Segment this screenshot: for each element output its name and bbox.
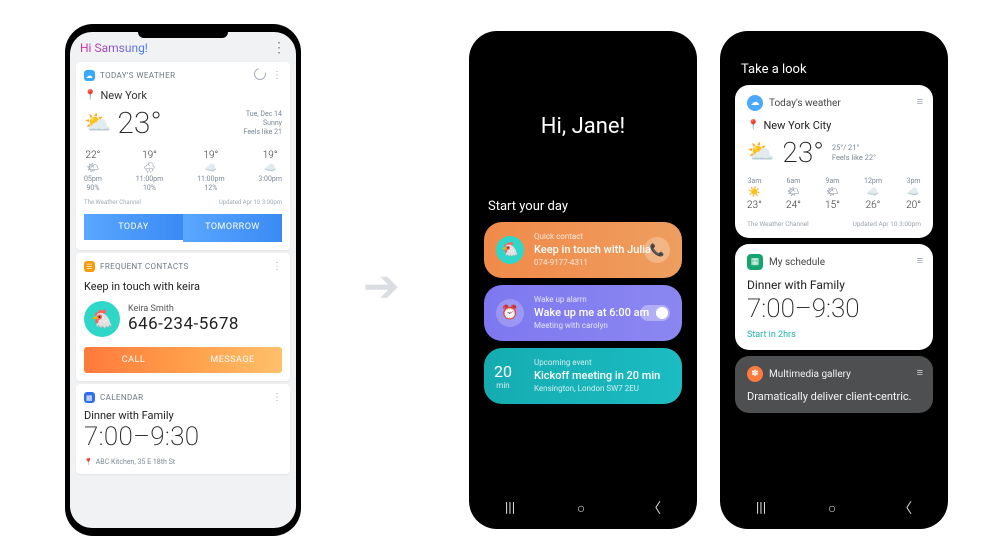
city-name: New York [100,89,147,102]
weather-icon: ☁ [747,95,763,111]
greeting-text: Hi, Jane! [474,114,692,139]
home-icon[interactable]: ○ [828,500,836,517]
alarm-toggle[interactable] [640,305,670,321]
feels-like: Feels like 22° [832,153,876,163]
more-icon[interactable]: ⋮ [272,41,286,55]
card-more-icon[interactable]: ≡ [917,254,923,267]
weather-icon: ⛅ [84,111,111,136]
tab-today[interactable]: TODAY [84,214,183,242]
contact-title: Keep in touch with keira [84,280,282,293]
event-time: 7:00–9:30 [747,294,921,324]
card-meta: Meeting with carolyn [534,321,668,330]
event-title: Dinner with Family [747,278,921,292]
calendar-badge-icon: ▦ [84,392,95,403]
recents-icon[interactable]: ||| [505,500,515,516]
phone-new-panel-screen: Take a look ☁ Today's weather ≡ 📍 New Yo… [725,36,943,524]
weather-card[interactable]: ☁ TODAY'S WEATHER ⋮ 📍 New York ⛅ 23° Tue… [76,62,290,250]
upcoming-event-card[interactable]: 20 min Upcoming event Kickoff meeting in… [484,348,682,404]
phone-old-screen: Hi Samsung! ⋮ ☁ TODAY'S WEATHER ⋮ 📍 New … [70,32,296,528]
card-more-icon[interactable]: ≡ [917,95,923,108]
hourly-forecast: 22°🌤05pm90% 19°🌧11:00pm10% 19°☁️11:00pm1… [84,149,282,193]
weather-condition: Sunny [244,119,282,128]
event-starts-in: Start in 2hrs [747,330,921,340]
schedule-header: My schedule [769,257,825,268]
weather-header: Today's weather [769,98,841,109]
card-more-icon[interactable]: ≡ [917,366,923,379]
greeting-text: Hi Samsung! [80,41,148,55]
android-navbar: ||| ○ 〈 [474,498,692,518]
section-title: Start your day [488,199,678,214]
quick-contact-card[interactable]: 🐔 Quick contact Keep in touch with Julia… [484,222,682,278]
call-button[interactable]: CALL [84,347,183,373]
weather-condition-icon: ⛅ [747,140,774,165]
card-subtitle: Upcoming event [534,358,668,367]
weather-updated: Updated Apr 10 3:00pm [853,220,921,228]
weather-updated: Updated Apr 10 3:00pm [219,199,282,206]
panel-title: Take a look [741,62,927,77]
contact-name: Keira Smith [128,304,239,314]
contacts-badge-icon: ☰ [84,261,95,272]
alarm-card[interactable]: ⏰ Wake up alarm Wake up me at 6:00 am Me… [484,285,682,341]
card-more-icon[interactable]: ⋮ [272,70,282,81]
weather-feels-like: Feels like 21 [244,128,282,137]
contact-avatar: 🐔 [496,236,524,264]
phone-new-panel: Take a look ☁ Today's weather ≡ 📍 New Yo… [720,31,948,529]
current-temp: 23° [117,106,161,141]
card-more-icon[interactable]: ⋮ [272,261,282,272]
phone-new-home: Hi, Jane! ⋮ Start your day 🐔 Quick conta… [469,31,697,529]
calendar-header: CALENDAR [100,393,144,402]
call-icon[interactable]: 📞 [644,237,670,263]
gallery-icon: ✽ [747,366,763,382]
calendar-icon: ▦ [747,254,763,270]
temp-range: 25°/ 21° [832,143,876,153]
frequent-contacts-card[interactable]: ☰ FREQUENT CONTACTS ⋮ Keep in touch with… [76,253,290,381]
phone-notch [138,32,228,38]
phone-old-ui: Hi Samsung! ⋮ ☁ TODAY'S WEATHER ⋮ 📍 New … [65,24,301,536]
weather-source: The Weather Channel [84,199,141,206]
current-temp: 23° [782,136,823,169]
arrow-right-icon: ➔ [363,260,400,312]
location-pin-icon: 📍 [747,120,759,131]
weather-date: Tue, Dec 14 [244,110,282,119]
event-time: 7:00–9:30 [84,422,282,452]
card-more-icon[interactable]: ⋮ [272,392,282,403]
tab-tomorrow[interactable]: TOMORROW [183,214,282,242]
alarm-clock-icon: ⏰ [496,299,524,327]
card-meta: Kensington, London SW7 2EU [534,384,668,393]
event-location: ABC Kitchen, 35 E 18th St [96,458,175,466]
back-icon[interactable]: 〈 [647,498,661,518]
card-subtitle: Wake up alarm [534,295,668,304]
location-pin-icon: 📍 [84,90,96,101]
home-icon[interactable]: ○ [577,500,585,517]
hourly-forecast: 3am☀️23° 6am🌤24° 9am🌤15° 12pm☁️26° 3pm☁️… [747,177,921,212]
back-icon[interactable]: 〈 [898,498,912,518]
contact-avatar: 🐔 [84,301,120,337]
multimedia-gallery-card[interactable]: ✽ Multimedia gallery ≡ Dramatically deli… [735,356,933,413]
city-name: New York City [763,119,831,132]
weather-card[interactable]: ☁ Today's weather ≡ 📍 New York City ⛅ 23… [735,85,933,238]
contact-number: 646-234-5678 [128,314,239,334]
event-countdown: 20 min [494,362,512,390]
gallery-header: Multimedia gallery [769,369,851,380]
weather-source: The Weather Channel [747,220,809,228]
weather-badge-icon: ☁ [84,70,95,81]
weather-header: TODAY'S WEATHER [100,71,175,80]
card-title: Kickoff meeting in 20 min [534,369,668,382]
contacts-header: FREQUENT CONTACTS [100,262,189,271]
calendar-card[interactable]: ▦ CALENDAR ⋮ Dinner with Family 7:00–9:3… [76,384,290,474]
event-title: Dinner with Family [84,409,282,422]
schedule-card[interactable]: ▦ My schedule ≡ Dinner with Family 7:00–… [735,244,933,350]
gallery-text: Dramatically deliver client-centric. [747,390,921,403]
phone-new-home-screen: Hi, Jane! ⋮ Start your day 🐔 Quick conta… [474,36,692,524]
location-icon: 📍 [84,458,93,466]
android-navbar: ||| ○ 〈 [725,498,943,518]
recents-icon[interactable]: ||| [756,500,766,516]
message-button[interactable]: MESSAGE [183,347,282,373]
